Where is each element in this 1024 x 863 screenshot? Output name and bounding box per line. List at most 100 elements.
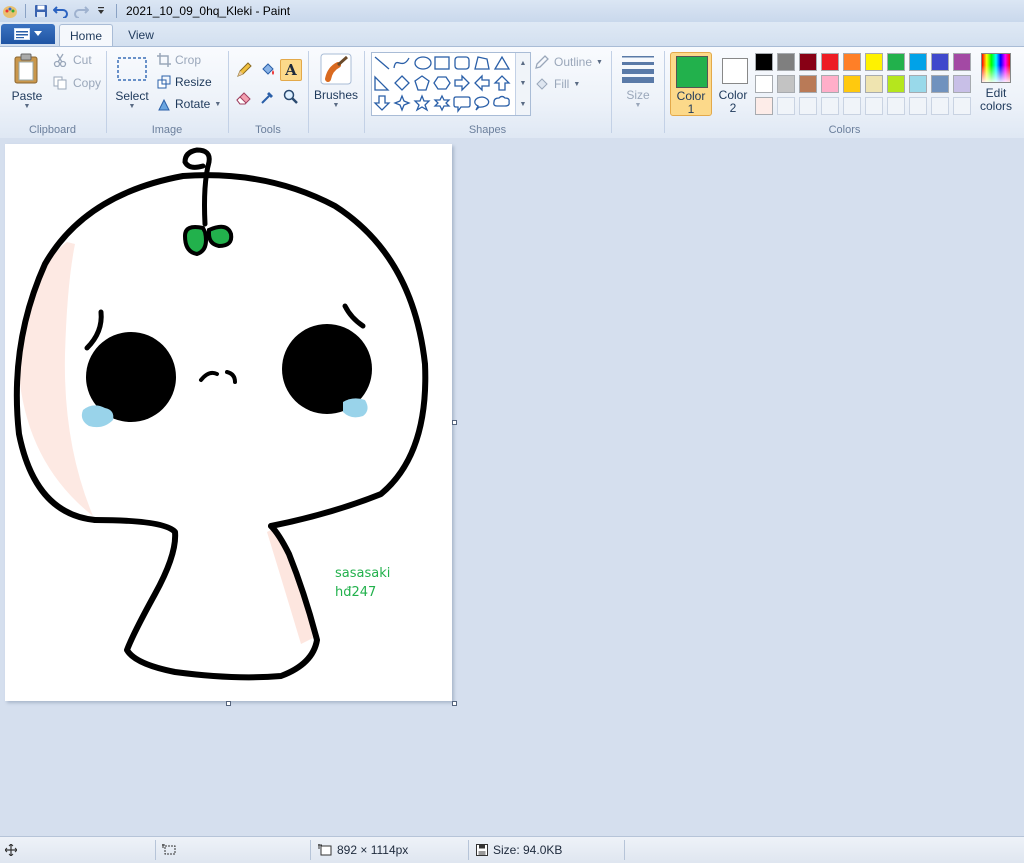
palette-swatch[interactable]	[821, 75, 839, 93]
four-point-star-shape-icon[interactable]	[393, 94, 411, 112]
palette-swatch[interactable]	[887, 97, 905, 115]
right-arrow-shape-icon[interactable]	[454, 74, 470, 92]
curve-shape-icon[interactable]	[393, 57, 410, 69]
five-point-star-shape-icon[interactable]	[413, 94, 431, 112]
drawing-canvas[interactable]: sasasaki hđ247	[5, 144, 452, 701]
outline-label: Outline	[554, 55, 593, 69]
resize-label: Resize	[175, 75, 212, 89]
image-group-label: Image	[151, 124, 183, 136]
customize-qat-icon[interactable]	[93, 3, 109, 19]
oval-shape-icon[interactable]	[414, 56, 432, 70]
palette-swatch[interactable]	[865, 53, 883, 71]
paint-app-icon[interactable]	[2, 3, 18, 19]
palette-swatch[interactable]	[953, 75, 971, 93]
right-triangle-shape-icon[interactable]	[374, 75, 390, 91]
line-shape-icon[interactable]	[374, 56, 390, 70]
fill-tool[interactable]	[257, 59, 279, 81]
crop-button[interactable]: Crop	[157, 53, 201, 67]
clipboard-group: Paste ▼ Cut Copy Clipboard	[0, 47, 105, 138]
undo-icon[interactable]	[53, 3, 69, 19]
triangle-shape-icon[interactable]	[493, 55, 511, 70]
rotate-button[interactable]: Rotate ▼	[157, 97, 221, 111]
palette-swatch[interactable]	[887, 75, 905, 93]
paste-icon	[14, 53, 38, 84]
oval-callout-shape-icon[interactable]	[474, 96, 490, 111]
palette-swatch[interactable]	[843, 75, 861, 93]
palette-swatch[interactable]	[931, 75, 949, 93]
palette-swatch[interactable]	[843, 97, 861, 115]
palette-swatch[interactable]	[953, 97, 971, 115]
palette-swatch[interactable]	[953, 53, 971, 71]
six-point-star-shape-icon[interactable]	[433, 94, 451, 112]
gallery-expand-icon[interactable]: ▼	[520, 101, 527, 108]
cursor-position-pane	[5, 837, 17, 863]
up-arrow-shape-icon[interactable]	[493, 75, 511, 91]
canvas-resize-handle-right[interactable]	[452, 420, 457, 425]
palette-swatch[interactable]	[755, 75, 773, 93]
tab-home[interactable]: Home	[59, 24, 113, 47]
color2-button[interactable]: Color 2	[714, 52, 752, 116]
rectangle-shape-icon[interactable]	[434, 56, 450, 70]
scroll-up-icon[interactable]: ▲	[520, 60, 527, 67]
cloud-callout-shape-icon[interactable]	[493, 95, 510, 107]
redo-icon[interactable]	[73, 3, 89, 19]
select-button[interactable]: Select ▼	[112, 55, 152, 110]
palette-swatch[interactable]	[755, 53, 773, 71]
down-arrow-shape-icon[interactable]	[373, 95, 391, 111]
palette-swatch[interactable]	[799, 53, 817, 71]
palette-swatch[interactable]	[821, 53, 839, 71]
palette-swatch[interactable]	[931, 53, 949, 71]
tab-view[interactable]: View	[117, 24, 165, 46]
text-tool[interactable]: A	[280, 59, 302, 81]
color-picker-tool[interactable]	[257, 86, 279, 108]
palette-swatch[interactable]	[777, 75, 795, 93]
scroll-down-icon[interactable]: ▼	[520, 80, 527, 87]
copy-button[interactable]: Copy	[53, 76, 101, 90]
paint-menu-button[interactable]	[1, 24, 55, 44]
palette-swatch[interactable]	[799, 97, 817, 115]
palette-swatch[interactable]	[909, 75, 927, 93]
hexagon-shape-icon[interactable]	[433, 76, 451, 90]
canvas-resize-handle-bottom[interactable]	[226, 701, 231, 706]
palette-swatch[interactable]	[887, 53, 905, 71]
shapes-gallery: ▲ ▼ ▼	[371, 52, 531, 116]
palette-swatch[interactable]	[777, 53, 795, 71]
palette-swatch[interactable]	[865, 97, 883, 115]
signature-line-1: sasasaki	[335, 566, 391, 581]
palette-swatch[interactable]	[777, 97, 795, 115]
palette-swatch[interactable]	[821, 97, 839, 115]
eraser-tool[interactable]	[233, 86, 255, 108]
edit-colors-button[interactable]: Edit colors	[978, 53, 1014, 113]
left-arrow-shape-icon[interactable]	[474, 74, 490, 92]
cut-button[interactable]: Cut	[53, 53, 92, 67]
palette-swatch[interactable]	[909, 97, 927, 115]
palette-swatch[interactable]	[931, 97, 949, 115]
resize-button[interactable]: Resize	[157, 75, 212, 89]
color1-button[interactable]: Color 1	[670, 52, 712, 116]
save-icon[interactable]	[33, 3, 49, 19]
size-button[interactable]: Size ▼	[616, 53, 660, 109]
shapes-gallery-scroll[interactable]: ▲ ▼ ▼	[515, 53, 530, 115]
rounded-rectangle-shape-icon[interactable]	[454, 56, 470, 70]
palette-swatch[interactable]	[909, 53, 927, 71]
size-label: Size	[626, 88, 650, 102]
diamond-shape-icon[interactable]	[394, 75, 410, 91]
pencil-icon	[237, 62, 252, 77]
palette-swatch[interactable]	[865, 75, 883, 93]
chevron-down-icon: ▼	[214, 100, 222, 108]
outline-button[interactable]: Outline ▼	[534, 54, 603, 70]
canvas-workspace[interactable]: sasasaki hđ247	[0, 138, 1024, 835]
canvas-resize-handle-corner[interactable]	[452, 701, 457, 706]
magnifier-tool[interactable]	[280, 86, 302, 108]
brushes-button[interactable]: Brushes ▼	[312, 53, 360, 109]
pentagon-shape-icon[interactable]	[414, 75, 430, 91]
palette-swatch[interactable]	[755, 97, 773, 115]
body-outline	[92, 517, 320, 681]
fill-button[interactable]: Fill ▼	[534, 76, 580, 92]
paste-button[interactable]: Paste ▼	[6, 53, 48, 110]
rounded-callout-shape-icon[interactable]	[453, 96, 471, 113]
pencil-tool[interactable]	[233, 59, 255, 81]
palette-swatch[interactable]	[843, 53, 861, 71]
palette-swatch[interactable]	[799, 75, 817, 93]
polygon-shape-icon[interactable]	[474, 56, 490, 70]
